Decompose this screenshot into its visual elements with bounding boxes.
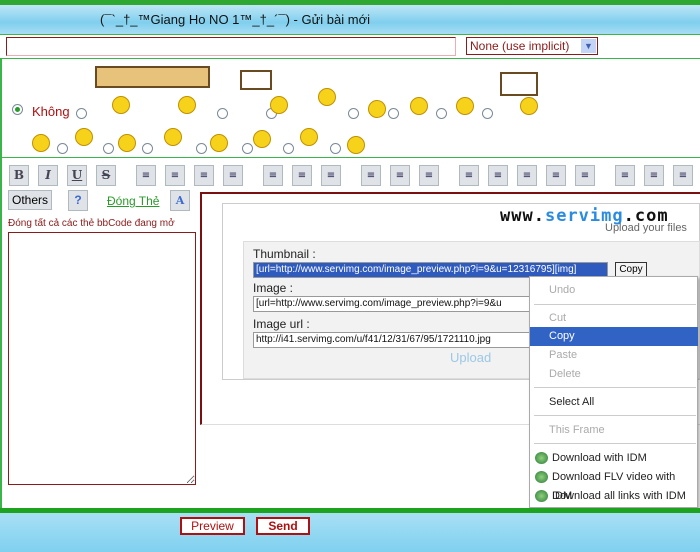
menu-select-all[interactable]: Select All	[530, 393, 698, 412]
menu-download-idm[interactable]: Download with IDM	[530, 449, 698, 468]
smiley-radio[interactable]	[57, 143, 68, 154]
menu-separator	[534, 304, 696, 305]
smiley-sign-icon	[500, 72, 538, 96]
smiley-icon	[32, 134, 50, 152]
menu-separator	[534, 443, 696, 444]
smiley-radio[interactable]	[242, 143, 253, 154]
smiley-radio[interactable]	[196, 143, 207, 154]
image-button[interactable]: ≡	[488, 165, 508, 186]
underline-button[interactable]: U	[67, 165, 87, 186]
smiley-icon	[270, 96, 288, 114]
flash-button[interactable]: ≡	[546, 165, 566, 186]
idm-icon	[535, 452, 548, 464]
message-textarea[interactable]	[8, 232, 196, 485]
upload-button[interactable]: Upload	[450, 350, 491, 365]
smiley-radio[interactable]	[142, 143, 153, 154]
smiley-icon	[368, 100, 386, 118]
footer-band	[0, 513, 700, 552]
smiley-radio[interactable]	[103, 143, 114, 154]
menu-delete[interactable]: Delete	[530, 365, 698, 384]
smiley-icon	[300, 128, 318, 146]
context-menu: Undo Cut Copy Paste Delete Select All Th…	[529, 276, 698, 508]
post-icon-select[interactable]: None (use implicit) ▼	[466, 37, 598, 55]
menu-download-all-idm[interactable]: Download all links with IDM	[530, 487, 698, 506]
smiley-none-label: Không	[32, 104, 70, 119]
menu-label: Download with IDM	[552, 452, 647, 464]
select-value: None (use implicit)	[470, 39, 570, 53]
page-title: (¯`_†_™Giang Ho NO 1™_†_´¯) - Gửi bài mớ…	[100, 12, 370, 27]
font-size-icon[interactable]: A	[170, 190, 190, 211]
menu-label: Download all links with IDM	[552, 490, 686, 502]
italic-button[interactable]: I	[38, 165, 58, 186]
smiley-radio[interactable]	[436, 108, 447, 119]
menu-cut[interactable]: Cut	[530, 309, 698, 328]
menu-undo[interactable]: Undo	[530, 281, 698, 300]
number-list-button[interactable]: ≡	[292, 165, 312, 186]
servimg-tagline: Upload your files	[605, 222, 687, 234]
video-button[interactable]: ≡	[575, 165, 595, 186]
smiley-radio[interactable]	[76, 108, 87, 119]
chevron-down-icon[interactable]: ▼	[581, 39, 596, 53]
link-button[interactable]: ≡	[517, 165, 537, 186]
smiley-icon	[112, 96, 130, 114]
font-button[interactable]: ≡	[615, 165, 635, 186]
smiley-radio[interactable]	[482, 108, 493, 119]
table-button[interactable]: ≡	[419, 165, 439, 186]
send-button[interactable]: Send	[256, 517, 310, 535]
quote-button[interactable]: ≡	[361, 165, 381, 186]
others-button[interactable]: Others	[8, 190, 52, 210]
menu-copy[interactable]: Copy	[530, 327, 698, 346]
smiley-radio[interactable]	[283, 143, 294, 154]
color-button[interactable]: ≡	[644, 165, 664, 186]
smiley-icon	[253, 130, 271, 148]
smiley-icon	[75, 128, 93, 146]
help-icon[interactable]: ?	[68, 190, 88, 211]
smiley-icon	[178, 96, 196, 114]
image-label: Image :	[253, 281, 294, 295]
image-upload-button[interactable]: ≡	[459, 165, 479, 186]
smiley-radio[interactable]	[348, 108, 359, 119]
image-field[interactable]: [url=http://www.servimg.com/image_previe…	[253, 296, 531, 312]
image-url-label: Image url :	[253, 317, 310, 331]
align-center-button[interactable]: ≡	[165, 165, 185, 186]
menu-separator	[534, 387, 696, 388]
bold-button[interactable]: B	[9, 165, 29, 186]
smiley-icon	[210, 134, 228, 152]
smiley-radio-none[interactable]	[12, 104, 23, 115]
menu-this-frame[interactable]: This Frame	[530, 421, 698, 440]
bullet-list-button[interactable]: ≡	[263, 165, 283, 186]
image-url-field[interactable]: http://i41.servimg.com/u/f41/12/31/67/95…	[253, 332, 531, 348]
idm-icon	[535, 471, 548, 483]
align-left-button[interactable]: ≡	[136, 165, 156, 186]
smiley-icon	[347, 136, 365, 154]
font-face-button[interactable]: ≡	[673, 165, 693, 186]
smiley-icon	[118, 134, 136, 152]
close-tags-link[interactable]: Đóng Thẻ	[107, 194, 159, 208]
strike-button[interactable]: S	[96, 165, 116, 186]
subject-input[interactable]	[6, 37, 456, 56]
smiley-icon	[520, 97, 538, 115]
close-all-tags-link[interactable]: Đóng tất cả các thẻ bbCode đang mở	[8, 218, 175, 229]
smiley-sign-icon	[240, 70, 272, 90]
menu-separator	[534, 415, 696, 416]
thumbnail-label: Thumbnail :	[253, 247, 316, 261]
code-button[interactable]: ≡	[390, 165, 410, 186]
smiley-icon	[456, 97, 474, 115]
menu-download-flv-idm[interactable]: Download FLV video with IDM	[530, 468, 698, 502]
justify-button[interactable]: ≡	[223, 165, 243, 186]
idm-icon	[535, 490, 548, 502]
smiley-radio[interactable]	[330, 143, 341, 154]
preview-button[interactable]: Preview	[180, 517, 245, 535]
smiley-icon	[318, 88, 336, 106]
align-right-button[interactable]: ≡	[194, 165, 214, 186]
menu-paste[interactable]: Paste	[530, 346, 698, 365]
smiley-radio[interactable]	[388, 108, 399, 119]
smiley-sign-icon	[95, 66, 210, 88]
smiley-icon	[410, 97, 428, 115]
smiley-icon	[164, 128, 182, 146]
logo-part: www.	[500, 206, 545, 226]
smiley-radio[interactable]	[217, 108, 228, 119]
hr-button[interactable]: ≡	[321, 165, 341, 186]
